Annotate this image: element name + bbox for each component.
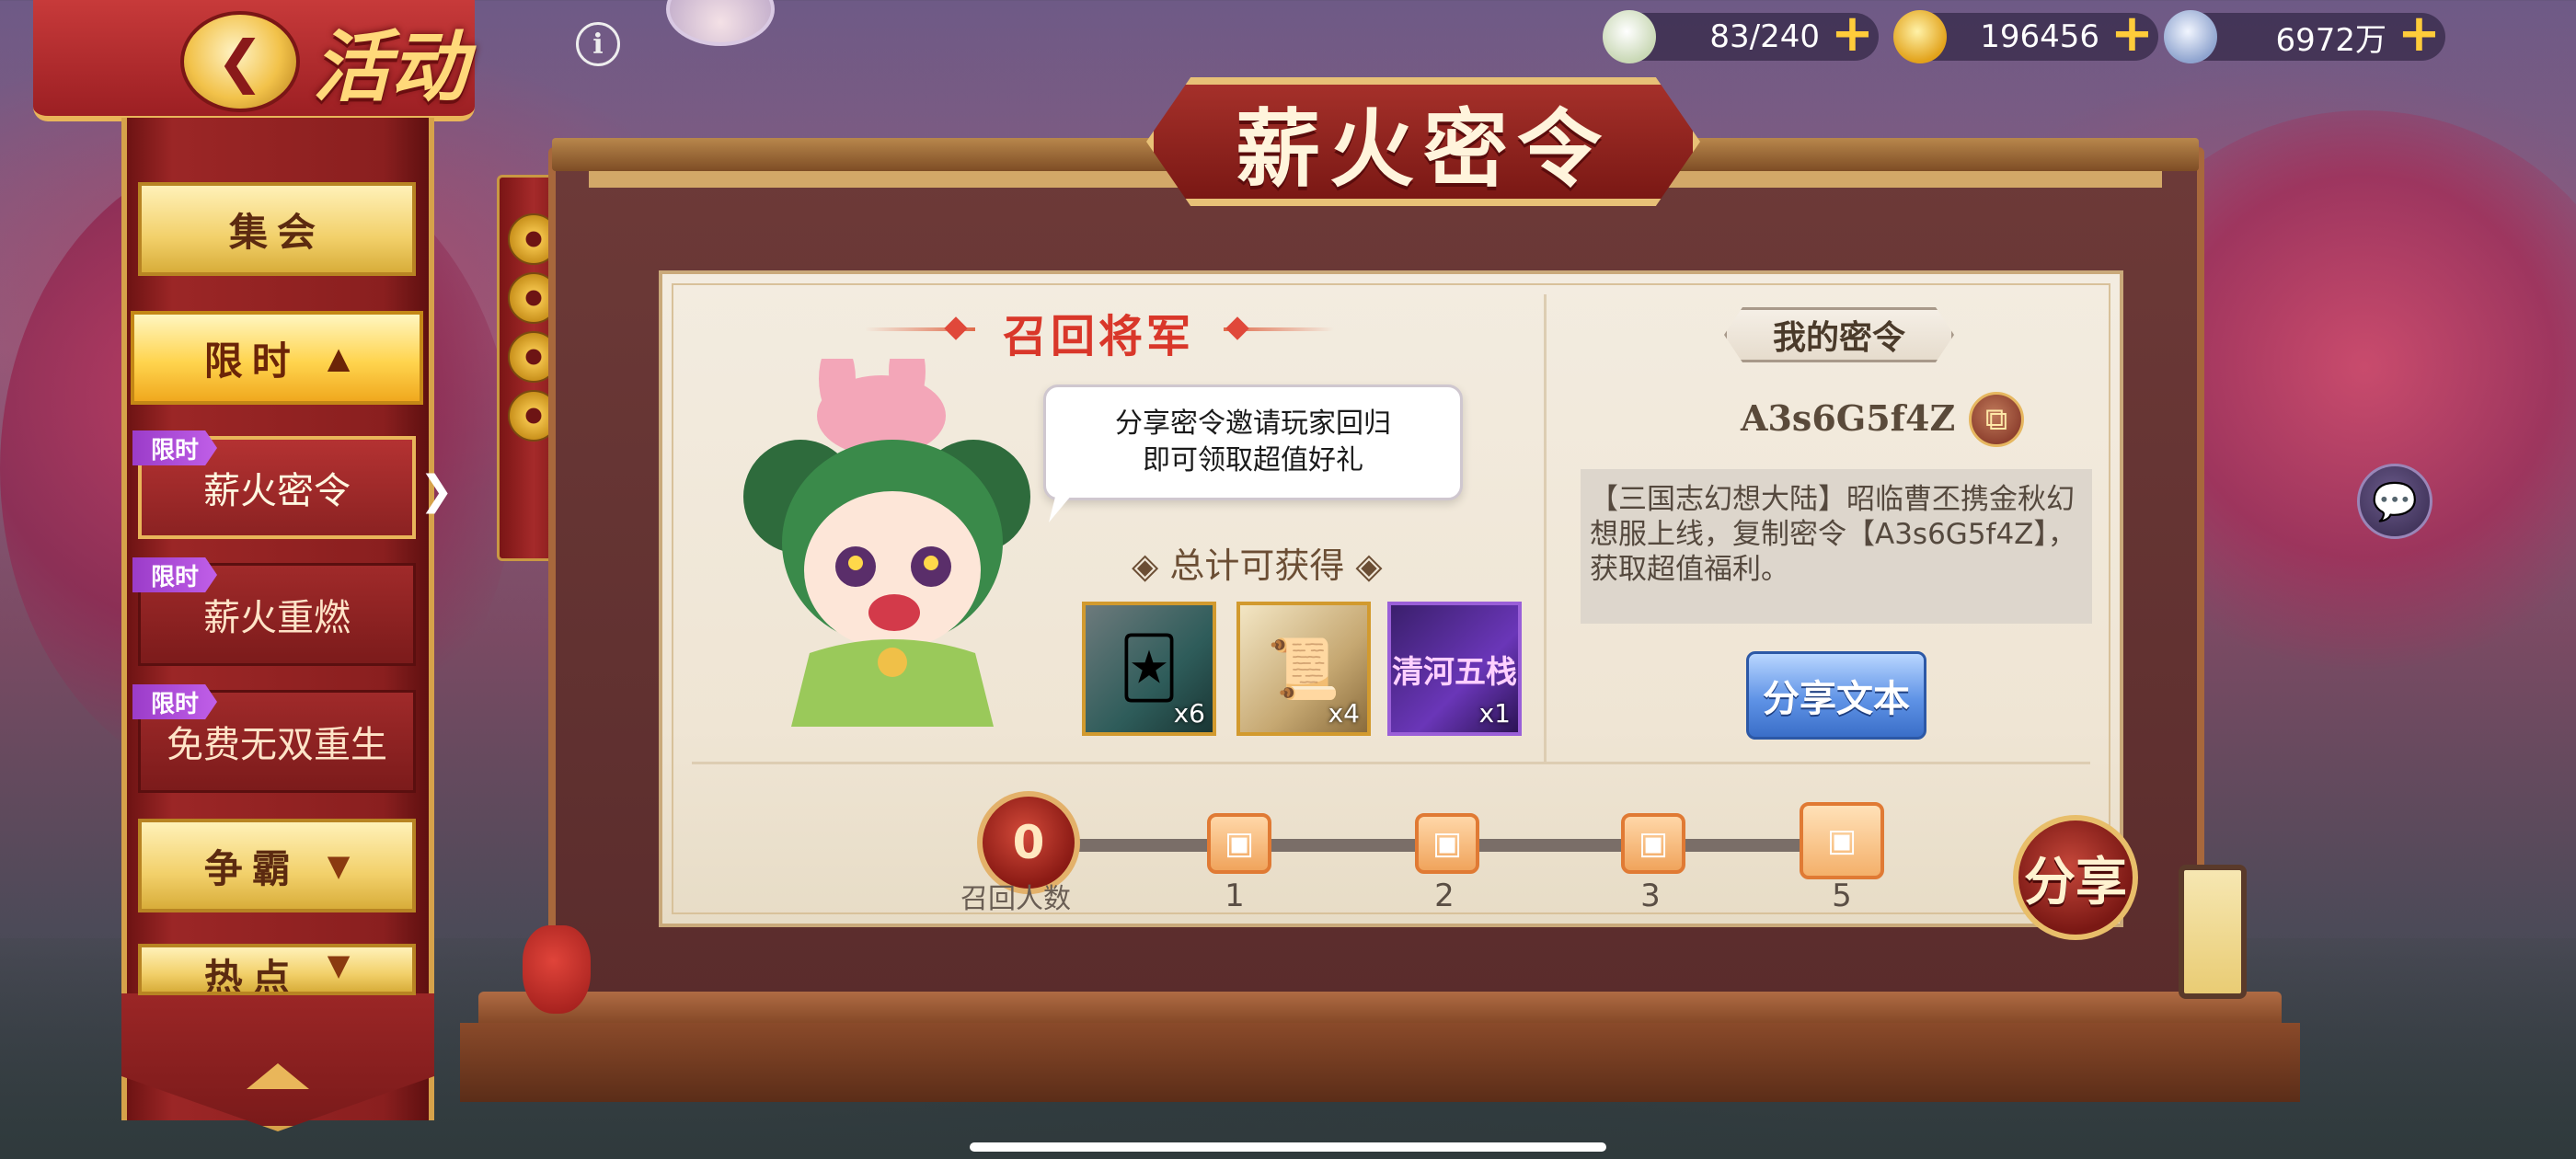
diamond-icon: ◈ xyxy=(1344,545,1383,586)
home-indicator[interactable] xyxy=(970,1142,1606,1152)
info-icon[interactable]: i xyxy=(576,22,620,66)
copy-icon: ⧉ xyxy=(1984,401,2008,438)
tab-label: 集会 xyxy=(228,209,325,255)
sidebar-tab-gathering[interactable]: 集会 xyxy=(138,182,416,276)
silver-coin-icon xyxy=(2164,10,2217,63)
chevron-down-icon: ▼ xyxy=(327,947,351,982)
activity-title: 薪火密令 xyxy=(1235,98,1611,199)
resource-value: 83/240 xyxy=(1709,18,1820,55)
add-stamina-button[interactable]: + xyxy=(1831,8,1874,60)
recall-title: 召回将军 xyxy=(1003,311,1195,362)
share-button[interactable]: 分享 xyxy=(2013,815,2138,940)
resource-silver: 6972万 + xyxy=(2164,8,2445,63)
total-rewards-text: 总计可获得 xyxy=(1169,545,1345,586)
panel-divider xyxy=(692,762,2090,764)
share-text-button[interactable]: 分享文本 xyxy=(1746,651,1926,740)
speech-bubble: 分享密令邀请玩家回归 即可领取超值好礼 xyxy=(1043,384,1463,500)
bun-icon xyxy=(1603,10,1656,63)
chest-icon[interactable]: ▣ xyxy=(1415,813,1479,874)
limited-badge: 限时 xyxy=(132,557,217,592)
limited-badge: 限时 xyxy=(132,430,217,465)
back-button[interactable]: ❮ xyxy=(180,11,300,112)
back-arrow-icon: ❮ xyxy=(216,28,264,95)
sidebar-tab-hot[interactable]: 热点 ▼ xyxy=(138,944,416,995)
resource-value: 196456 xyxy=(1980,18,2099,55)
chest-icon[interactable]: ▣ xyxy=(1207,813,1271,874)
share-description: 【三国志幻想大陆】昭临曹丕携金秋幻想服上线，复制密令【A3s6G5f4Z】，获取… xyxy=(1581,469,2092,624)
total-rewards-label: ◈ 总计可获得 ◈ xyxy=(1132,537,1383,588)
reward-item[interactable]: 🃏 x6 xyxy=(1082,602,1216,736)
table-base xyxy=(460,1023,2300,1102)
big-chest-icon[interactable]: ▣ xyxy=(1800,802,1884,879)
chevron-down-icon: ▼ xyxy=(327,848,351,883)
chibi-girl-illustration xyxy=(743,359,1030,727)
resource-value: 6972万 xyxy=(2275,21,2386,59)
milestone-label: 1 xyxy=(1225,878,1245,914)
reward-quantity: x4 xyxy=(1328,698,1360,729)
page-title: 活动 xyxy=(313,21,468,112)
reward-quantity: x1 xyxy=(1478,698,1511,729)
diamond-icon: ◈ xyxy=(1132,545,1170,586)
sidebar-tab-contest[interactable]: 争霸 ▼ xyxy=(138,819,416,912)
add-gold-button[interactable]: + xyxy=(2110,8,2154,60)
lantern-decoration xyxy=(2179,865,2247,999)
copy-button[interactable]: ⧉ xyxy=(1969,392,2024,447)
reward-item[interactable]: 📜 x4 xyxy=(1236,602,1371,736)
lucky-bag-decoration xyxy=(523,925,591,1014)
add-silver-button[interactable]: + xyxy=(2398,8,2441,60)
sidebar-item-label: 免费无双重生 xyxy=(167,724,387,766)
milestone-label: 2 xyxy=(1434,878,1455,914)
recall-count-label: 召回人数 xyxy=(960,883,1071,915)
secret-code: A3s6G5f4Z xyxy=(1741,397,1956,439)
milestone-label: 3 xyxy=(1640,878,1661,914)
tab-label: 争霸 xyxy=(203,845,300,891)
speech-line: 即可领取超值好礼 xyxy=(1143,444,1363,476)
chest-icon[interactable]: ▣ xyxy=(1621,813,1685,874)
resource-gold: 196456 + xyxy=(1893,8,2158,63)
gold-ingot-icon xyxy=(1893,10,1947,63)
sidebar-item-label: 薪火重燃 xyxy=(203,597,351,639)
sidebar-tab-limited[interactable]: 限时 ▲ xyxy=(131,311,423,405)
tab-label: 热点 xyxy=(203,956,300,995)
sidebar-item-label: 薪火密令 xyxy=(203,470,351,512)
reward-quantity: x6 xyxy=(1173,698,1205,729)
selected-arrow-icon: ❯ xyxy=(420,467,454,514)
my-code-label: 我的密令 xyxy=(1724,307,1954,362)
chevron-up-icon: ▲ xyxy=(327,340,351,375)
panel-divider xyxy=(1544,294,1547,762)
activity-title-plaque: 薪火密令 xyxy=(1146,77,1700,206)
tab-label: 限时 xyxy=(203,338,300,384)
resource-stamina: 83/240 + xyxy=(1603,8,1879,63)
milestone-label: 5 xyxy=(1832,878,1852,914)
chat-icon[interactable]: 💬 xyxy=(2357,464,2432,539)
limited-badge: 限时 xyxy=(132,684,217,719)
speech-line: 分享密令邀请玩家回归 xyxy=(1115,407,1391,440)
reward-item[interactable]: 清河五栈 x1 xyxy=(1387,602,1522,736)
